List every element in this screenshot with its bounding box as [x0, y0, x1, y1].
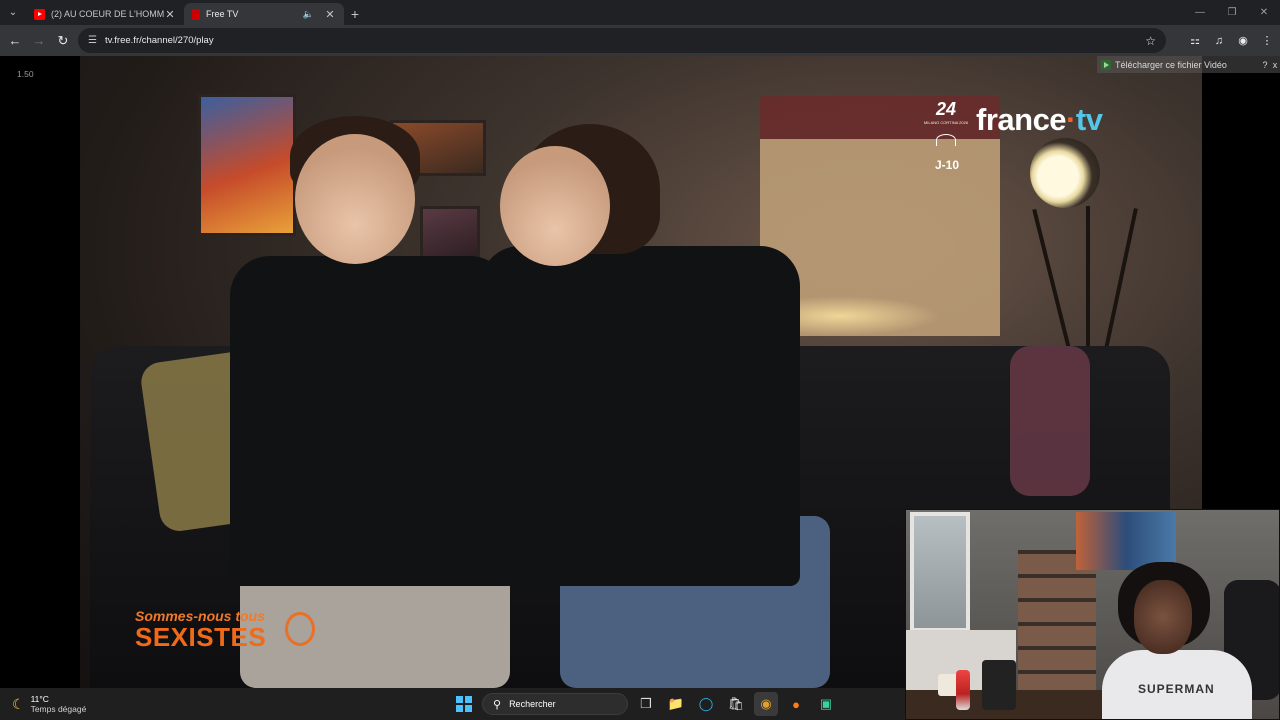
windows-logo-icon: [456, 696, 472, 712]
minimize-icon[interactable]: —: [1184, 0, 1216, 25]
wall-poster: [198, 94, 296, 236]
media-controls-icon[interactable]: ♫: [1212, 35, 1226, 47]
store-icon[interactable]: 🛍: [724, 692, 748, 716]
tab-title: (2) AU COEUR DE L'HOMMAGE: [51, 9, 164, 19]
milano-cortina-logo: 24: [935, 99, 957, 119]
channel-branding: 24 MILANO CORTINA 2026 J-10 france·tv: [920, 98, 1140, 178]
download-video-bar[interactable]: Télécharger ce fichier Vidéo ? x: [1097, 56, 1280, 73]
close-window-icon[interactable]: ✕: [1248, 0, 1280, 25]
question-mark-icon: [285, 612, 315, 646]
wall-poster: [420, 206, 480, 262]
window-controls: — ❐ ✕: [1184, 0, 1280, 25]
milano-cortina-caption: MILANO CORTINA 2026: [923, 120, 969, 125]
webcam-overlay: SUPERMAN: [905, 509, 1280, 720]
weather-description: Temps dégagé: [30, 704, 87, 714]
weather-temperature: 11°C: [30, 694, 49, 704]
france-tv-logo: france·tv: [976, 102, 1103, 137]
task-view-icon[interactable]: ❒: [634, 692, 658, 716]
bottle: [956, 670, 970, 710]
room-window: [910, 512, 970, 632]
download-close-button[interactable]: x: [1270, 60, 1280, 70]
app-icon[interactable]: ▣: [814, 692, 838, 716]
moon-icon: ☾: [12, 696, 25, 712]
url-text[interactable]: tv.free.fr/channel/270/play: [105, 35, 1145, 46]
tab-search-chevron-icon[interactable]: ⌄: [0, 0, 26, 25]
speaker-icon[interactable]: 🔈: [303, 9, 314, 20]
download-play-icon: [1101, 59, 1111, 70]
download-help-button[interactable]: ?: [1260, 60, 1270, 70]
microphone: [982, 660, 1016, 710]
chrome-icon[interactable]: ◉: [754, 692, 778, 716]
tab-title: Free TV: [206, 9, 239, 19]
toolbar-icons: ⚏ ♫ ◉ ⋮: [1188, 28, 1274, 53]
forward-button[interactable]: →: [27, 29, 51, 53]
playback-speed-label: 1.50: [17, 69, 34, 79]
address-bar[interactable]: ☰ tv.free.fr/channel/270/play ☆: [78, 28, 1166, 53]
search-label: Rechercher: [509, 699, 556, 709]
taskbar-apps: ⚲ Rechercher ❒ 📁 ◯ 🛍 ◉ ● ▣: [452, 692, 838, 716]
search-icon: ⚲: [493, 698, 502, 711]
show-title-logo: Sommes-nous tous SEXISTES: [135, 608, 325, 656]
taskbar-search[interactable]: ⚲ Rechercher: [482, 693, 628, 715]
reload-button[interactable]: ↻: [51, 29, 75, 53]
streamer-face: [1134, 580, 1192, 654]
tab-strip: ⌄ (2) AU COEUR DE L'HOMMAGE ✕ Free TV 🔈 …: [0, 0, 1280, 25]
cushion: [1010, 346, 1090, 496]
extensions-icon[interactable]: ⚏: [1188, 34, 1202, 47]
restore-icon[interactable]: ❐: [1216, 0, 1248, 25]
firefox-icon[interactable]: ●: [784, 692, 808, 716]
browser-toolbar: ← → ↻ ☰ tv.free.fr/channel/270/play ☆ ⚏ …: [0, 25, 1280, 56]
tab-youtube[interactable]: (2) AU COEUR DE L'HOMMAGE ✕: [26, 3, 184, 25]
weather-widget[interactable]: ☾ 11°C Temps dégagé: [12, 694, 86, 715]
back-button[interactable]: ←: [3, 29, 27, 53]
start-button[interactable]: [452, 692, 476, 716]
edge-icon[interactable]: ◯: [694, 692, 718, 716]
paralympic-icon: [936, 134, 956, 146]
tab-close-icon[interactable]: ✕: [164, 8, 176, 21]
tab-close-icon[interactable]: ✕: [324, 8, 336, 21]
tab-free-tv[interactable]: Free TV 🔈 ✕: [184, 3, 344, 25]
free-icon: [192, 8, 200, 20]
shirt-print: SUPERMAN: [1138, 682, 1215, 696]
youtube-icon: [34, 8, 45, 20]
download-video-label[interactable]: Télécharger ce fichier Vidéo: [1115, 60, 1260, 70]
countdown-label: J-10: [934, 158, 960, 172]
new-tab-button[interactable]: +: [344, 3, 366, 25]
menu-kebab-icon[interactable]: ⋮: [1260, 34, 1274, 47]
file-explorer-icon[interactable]: 📁: [664, 692, 688, 716]
windows-taskbar: ☾ 11°C Temps dégagé ⚲ Rechercher ❒ 📁 ◯ 🛍…: [0, 688, 905, 720]
profile-avatar[interactable]: ◉: [1236, 34, 1250, 47]
site-info-icon[interactable]: ☰: [88, 35, 97, 46]
bookshelf: [1018, 550, 1096, 700]
bookmark-star-icon[interactable]: ☆: [1145, 34, 1156, 48]
